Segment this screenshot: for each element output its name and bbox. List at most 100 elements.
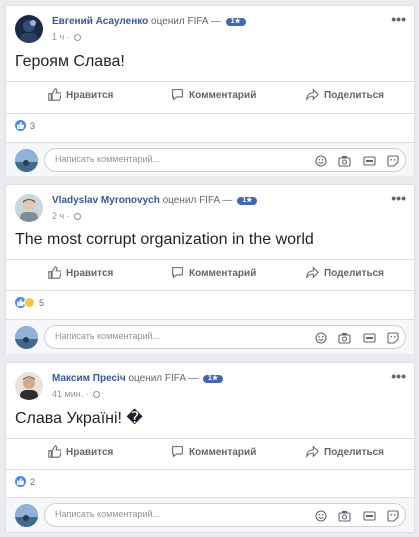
page-name[interactable]: FIFA [199, 195, 220, 206]
share-button[interactable]: Поделиться [306, 266, 384, 280]
globe-icon [74, 34, 82, 41]
gif-icon[interactable] [362, 331, 376, 349]
more-dots-icon[interactable]: ••• [391, 368, 406, 384]
sticker-icon[interactable] [387, 154, 399, 172]
post-text: The most corrupt organization in the wor… [15, 231, 314, 248]
like-reaction-icon [15, 476, 26, 487]
action-bar: Нравится Комментарий Поделиться [6, 259, 414, 285]
page-name[interactable]: FIFA [165, 373, 186, 384]
rating-badge: 1★ [203, 375, 224, 383]
activity-verb: оценил [151, 16, 185, 27]
globe-icon [93, 391, 101, 398]
post-time[interactable]: 1 ч [52, 32, 64, 42]
author-avatar[interactable] [15, 194, 43, 222]
share-button[interactable]: Поделиться [306, 88, 385, 102]
post-time[interactable]: 41 мин. [52, 389, 83, 399]
comment-bubble-icon [172, 89, 183, 101]
globe-icon [74, 213, 82, 220]
like-label: Нравится [66, 90, 114, 101]
headline-dash: — [210, 16, 221, 27]
more-dots-icon[interactable]: ••• [391, 11, 406, 27]
post-card: Максим Пресіч оценил FIFA — 1★ 41 мин. ·… [5, 362, 415, 533]
post-text: Слава Україні! � [15, 410, 143, 427]
gif-icon[interactable] [362, 509, 376, 527]
author-name[interactable]: Максим Пресіч [52, 373, 126, 384]
camera-icon[interactable] [338, 331, 351, 349]
comment-placeholder: Написать комментарий... [55, 331, 161, 341]
comment-button[interactable]: Комментарий [171, 88, 256, 101]
comment-placeholder: Написать комментарий... [55, 154, 161, 164]
meta-separator: · [66, 32, 70, 42]
headline-dash: — [222, 195, 233, 206]
emoji-icon[interactable] [315, 331, 327, 349]
reaction-summary[interactable]: 3 [15, 120, 35, 131]
post-time[interactable]: 2 ч [52, 211, 64, 221]
post-header: Максим Пресіч оценил FIFA — 1★ 41 мин. ·… [15, 368, 414, 408]
emoji-icon[interactable] [315, 509, 327, 527]
more-dots-icon[interactable]: ••• [391, 190, 406, 206]
comment-button[interactable]: Комментарий [171, 445, 256, 458]
page-name[interactable]: FIFA [187, 16, 208, 27]
comment-label: Комментарий [189, 268, 257, 279]
reactions-row[interactable]: 5 [6, 290, 414, 312]
comment-composer: Написать комментарий... [6, 319, 414, 354]
author-name[interactable]: Vladyslav Myronovych [52, 195, 160, 206]
author-avatar[interactable] [15, 372, 43, 400]
comment-input[interactable]: Написать комментарий... [44, 503, 406, 527]
post-meta: 2 ч · [52, 211, 82, 221]
headline-dash: — [188, 373, 199, 384]
wow-reaction-icon [24, 297, 35, 308]
reactions-row[interactable]: 2 [6, 469, 414, 491]
post-meta: 41 мин. · [52, 389, 101, 399]
reaction-count: 3 [30, 121, 36, 131]
reaction-summary[interactable]: 5 [15, 297, 44, 308]
reaction-summary[interactable]: 2 [15, 476, 35, 487]
comment-composer: Написать комментарий... [6, 497, 414, 532]
rating-badge: 1★ [225, 18, 246, 26]
sticker-icon[interactable] [387, 509, 399, 527]
comment-button[interactable]: Комментарий [171, 266, 256, 279]
author-name[interactable]: Евгений Асауленко [52, 16, 148, 27]
comment-input[interactable]: Написать комментарий... [44, 325, 406, 349]
post-meta: 1 ч · [52, 32, 82, 42]
meta-separator: · [66, 211, 70, 221]
sticker-icon[interactable] [387, 331, 399, 349]
reactions-row[interactable]: 3 [6, 113, 414, 135]
reaction-count: 5 [39, 298, 45, 308]
rating-badge: 1★ [237, 197, 258, 205]
thumbs-up-icon [48, 88, 62, 101]
viewer-avatar [15, 326, 38, 349]
gif-icon[interactable] [362, 154, 376, 172]
author-avatar[interactable] [15, 15, 43, 43]
post-header: Vladyslav Myronovych оценил FIFA — 1★ 2 … [15, 190, 414, 230]
comment-label: Комментарий [189, 90, 257, 101]
meta-separator: · [85, 389, 89, 399]
like-button[interactable]: Нравится [48, 445, 113, 458]
comment-bubble-icon [172, 267, 183, 279]
post-card: Vladyslav Myronovych оценил FIFA — 1★ 2 … [5, 184, 415, 354]
post-headline: Vladyslav Myronovych оценил FIFA — 1★ [52, 195, 258, 206]
like-button[interactable]: Нравится [48, 266, 113, 279]
post-header: Евгений Асауленко оценил FIFA — 1★ 1 ч ·… [15, 11, 414, 51]
like-button[interactable]: Нравится [48, 88, 113, 101]
composer-icons [308, 154, 399, 172]
comment-placeholder: Написать комментарий... [55, 509, 161, 519]
share-arrow-icon [306, 445, 319, 459]
share-label: Поделиться [324, 90, 385, 101]
reaction-count: 2 [30, 477, 36, 487]
comment-bubble-icon [172, 446, 183, 458]
like-reaction-icon [15, 120, 26, 131]
like-label: Нравится [66, 268, 114, 279]
camera-icon[interactable] [338, 154, 351, 172]
comment-input[interactable]: Написать комментарий... [44, 148, 406, 172]
thumbs-up-icon [48, 445, 62, 458]
share-arrow-icon [306, 266, 319, 280]
emoji-icon[interactable] [315, 154, 327, 172]
share-button[interactable]: Поделиться [306, 445, 384, 459]
composer-icons [308, 331, 399, 349]
activity-verb: оценил [162, 195, 197, 206]
post-headline: Максим Пресіч оценил FIFA — 1★ [52, 373, 224, 384]
post-text: Героям Слава! [15, 53, 125, 70]
viewer-avatar [15, 149, 38, 172]
camera-icon[interactable] [338, 509, 351, 527]
